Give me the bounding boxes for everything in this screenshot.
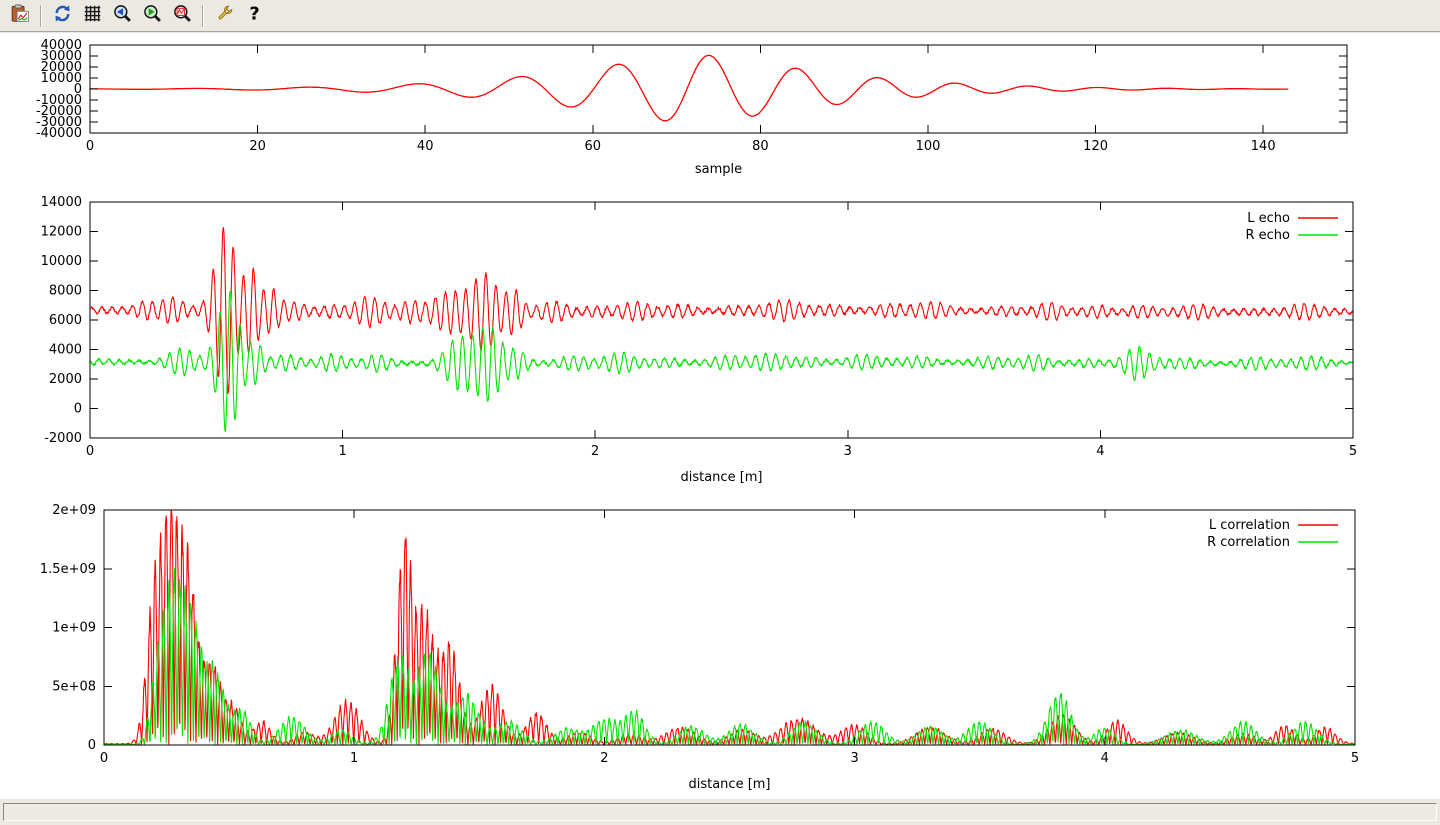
- chart-1[interactable]: 0 1 2 3 4 5 -2000 0 2000 4000 6000 8000 10000 12000 14…: [41, 195, 1358, 485]
- x-axis-label: distance [m]: [688, 777, 770, 792]
- y-tick-label: 4000: [49, 343, 82, 358]
- zoom-previous-icon: [113, 4, 132, 27]
- x-tick-label: 1: [350, 751, 358, 766]
- wrench-icon: [215, 4, 234, 27]
- zoom-previous-button[interactable]: [109, 3, 135, 29]
- x-tick-label: 100: [916, 139, 941, 154]
- x-tick-label: 0: [86, 444, 94, 459]
- plot-canvas[interactable]: 020406080100120140-40000-30000-20000-100…: [0, 33, 1440, 798]
- clipboard-icon: [11, 4, 30, 27]
- legend-label: L correlation: [1209, 518, 1290, 533]
- y-tick-label: 14000: [41, 195, 82, 210]
- legend-label: L echo: [1247, 211, 1290, 226]
- y-tick-label: 10000: [41, 254, 82, 269]
- toolbar-separator: [202, 5, 204, 27]
- x-tick-label: 80: [752, 139, 769, 154]
- y-tick-label: 2000: [49, 372, 82, 387]
- grid-icon: [83, 4, 102, 27]
- x-tick-label: 2: [600, 751, 608, 766]
- x-tick-label: 0: [86, 139, 94, 154]
- help-icon: ?: [245, 4, 264, 27]
- plot-border: [90, 202, 1353, 438]
- y-tick-label: 5e+08: [52, 679, 96, 694]
- x-tick-label: 1: [338, 444, 346, 459]
- x-tick-label: 140: [1251, 139, 1276, 154]
- y-tick-label: 12000: [41, 225, 82, 240]
- y-tick-label: -2000: [44, 431, 82, 446]
- legend-label: R echo: [1245, 228, 1290, 243]
- autoscale-button[interactable]: [169, 3, 195, 29]
- replot-button[interactable]: [49, 3, 75, 29]
- x-tick-label: 4: [1101, 751, 1109, 766]
- svg-text:?: ?: [249, 4, 259, 23]
- x-tick-label: 0: [100, 751, 108, 766]
- chart-0[interactable]: 020406080100120140-40000-30000-20000-100…: [36, 38, 1347, 177]
- copy-to-clipboard-button[interactable]: [7, 3, 33, 29]
- legend-label: R correlation: [1207, 535, 1290, 550]
- y-tick-label: 0: [88, 738, 96, 753]
- status-field: [3, 803, 1437, 821]
- zoom-next-icon: [143, 4, 162, 27]
- x-tick-label: 4: [1096, 444, 1104, 459]
- status-bar: [0, 798, 1440, 825]
- series-l-correlation: [104, 510, 1355, 745]
- x-axis-label: sample: [695, 162, 742, 177]
- y-tick-label: 8000: [49, 284, 82, 299]
- toolbar-separator: [40, 5, 42, 27]
- plot-border: [104, 510, 1355, 745]
- x-tick-label: 40: [417, 139, 434, 154]
- x-tick-label: 60: [585, 139, 602, 154]
- plots-svg[interactable]: 020406080100120140-40000-30000-20000-100…: [0, 33, 1440, 798]
- chart-2[interactable]: 0 1 2 3 4 5 0 5e+08 1e+09 1.5e+09 2e+09 distance [m…: [40, 503, 1359, 792]
- autoscale-icon: [173, 4, 192, 27]
- series-pulse: [90, 55, 1288, 120]
- y-tick-label: 6000: [49, 313, 82, 328]
- x-tick-label: 20: [249, 139, 266, 154]
- y-tick-label: 40000: [41, 38, 82, 53]
- x-tick-label: 5: [1349, 444, 1357, 459]
- series-r-correlation: [104, 569, 1355, 745]
- y-tick-label: 1e+09: [52, 621, 96, 636]
- y-tick-label: 2e+09: [52, 503, 96, 518]
- y-tick-label: 1.5e+09: [40, 562, 96, 577]
- x-tick-label: 5: [1351, 751, 1359, 766]
- toolbar: ?: [0, 0, 1440, 32]
- help-button[interactable]: ?: [241, 3, 267, 29]
- refresh-icon: [53, 4, 72, 27]
- toggle-grid-button[interactable]: [79, 3, 105, 29]
- x-tick-label: 3: [850, 751, 858, 766]
- configure-button[interactable]: [211, 3, 237, 29]
- x-tick-label: 3: [844, 444, 852, 459]
- zoom-next-button[interactable]: [139, 3, 165, 29]
- x-tick-label: 120: [1083, 139, 1108, 154]
- x-axis-label: distance [m]: [680, 470, 762, 485]
- y-tick-label: 0: [74, 402, 82, 417]
- x-tick-label: 2: [591, 444, 599, 459]
